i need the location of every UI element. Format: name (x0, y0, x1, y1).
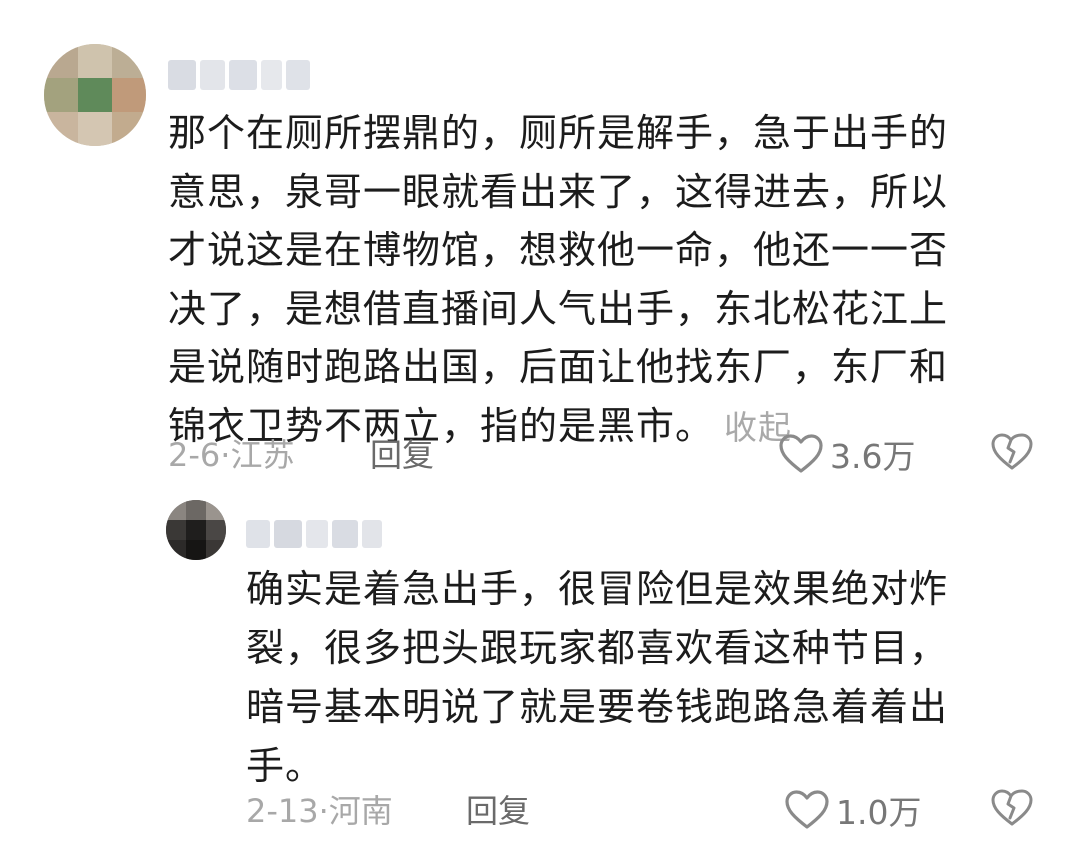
reply-date: 2-13 (246, 792, 319, 830)
comment-line: 才说这是在博物馆，想救他一命，他还一一否 (168, 228, 949, 272)
reply-avatar[interactable] (166, 500, 226, 560)
reply-dislike-button[interactable] (990, 788, 1034, 832)
comment-meta: 2-6·江苏 (168, 430, 294, 476)
reply-line: 暗号基本明说了就是要卷钱跑路急着着出 (246, 685, 949, 729)
reply-line: 确实是着急出手，很冒险但是效果绝对炸 (246, 567, 949, 611)
commenter-avatar[interactable] (44, 44, 146, 146)
comment-line: 那个在厕所摆鼎的，厕所是解手，急于出手的 (168, 111, 949, 155)
broken-heart-icon (991, 789, 1033, 826)
like-button[interactable]: 3.6万 (778, 430, 915, 478)
heart-icon (785, 790, 829, 829)
reply-location: 河南 (328, 792, 393, 830)
reply-username-blurred[interactable] (246, 518, 386, 550)
reply-meta: 2-13·河南 (246, 786, 393, 832)
reply-like-button[interactable]: 1.0万 (784, 786, 921, 834)
heart-icon (779, 434, 823, 473)
comment-line: 意思，泉哥一眼就看出来了，这得进去，所以 (168, 169, 949, 214)
like-count: 3.6万 (830, 437, 916, 476)
comment-date: 2-6 (168, 436, 221, 474)
dislike-button[interactable] (990, 432, 1034, 476)
broken-heart-icon (991, 433, 1033, 470)
reply-button[interactable]: 回复 (370, 430, 434, 476)
comment-text: 那个在厕所摆鼎的，厕所是解手，急于出手的 意思，泉哥一眼就看出来了，这得进去，所… (168, 104, 1028, 457)
meta-separator: · (318, 792, 329, 830)
reply-line: 裂，很多把头跟玩家都喜欢看这种节目， (246, 626, 949, 670)
comment-line: 决了，是想借直播间人气出手，东北松花江上 (168, 286, 949, 331)
comment-line: 是说随时跑路出国，后面让他找东厂，东厂和 (168, 345, 949, 389)
reply-text: 确实是着急出手，很冒险但是效果绝对炸 裂，很多把头跟玩家都喜欢看这种节目， 暗号… (246, 560, 1026, 796)
like-count: 1.0万 (836, 793, 922, 832)
comment-location: 江苏 (230, 436, 295, 474)
commenter-username-blurred[interactable] (168, 58, 314, 92)
reply-to-reply-button[interactable]: 回复 (466, 786, 530, 832)
meta-separator: · (220, 436, 231, 474)
